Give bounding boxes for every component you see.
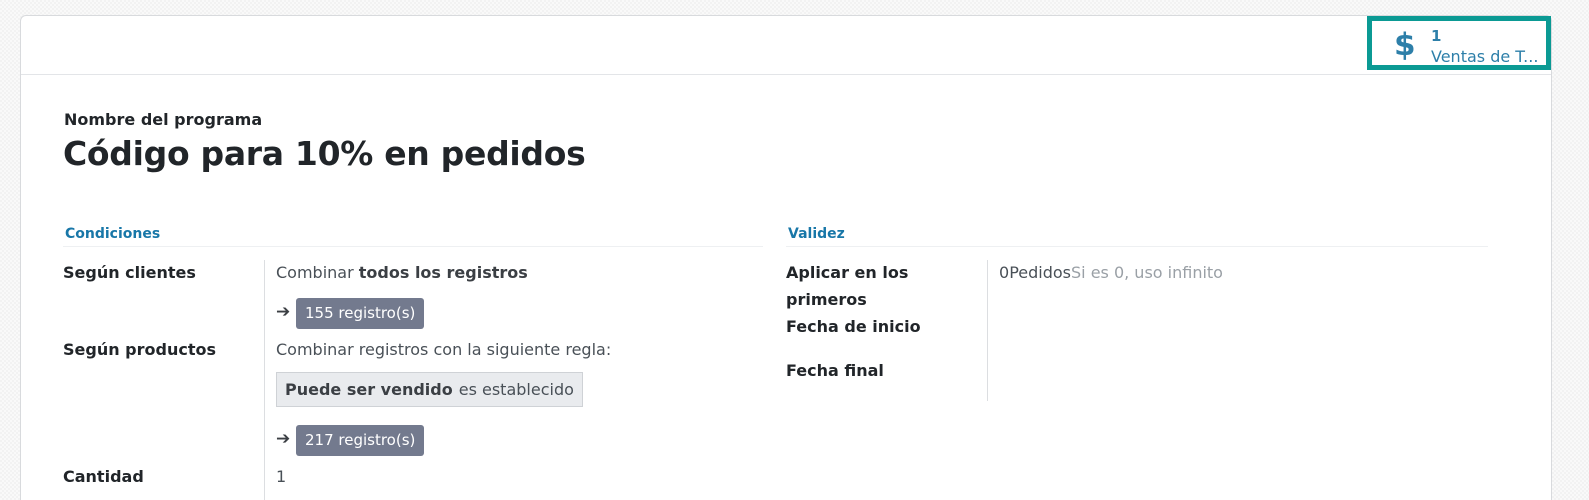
rule-field-name: Puede ser vendido	[285, 380, 453, 399]
label-customers: Según clientes	[63, 263, 196, 282]
label-apply-first-line1: Aplicar en los	[786, 263, 909, 282]
arrow-right-icon: ➔	[276, 429, 291, 449]
quantity-field[interactable]: 1	[276, 466, 286, 488]
customers-domain-bold: todos los registros	[358, 263, 528, 282]
products-domain-rule[interactable]: Puede ser vendido es establecido	[276, 372, 583, 407]
smart-button-value: 1	[1431, 27, 1442, 45]
section-divider	[786, 246, 1488, 247]
label-apply-first-line2: primeros	[786, 290, 867, 309]
button-box: $ 1 Ventas de T...	[21, 16, 1551, 75]
customers-records-button[interactable]: 155 registro(s)	[296, 298, 425, 329]
customers-domain-prefix: Combinar	[276, 263, 359, 282]
label-start-date: Fecha de inicio	[786, 317, 921, 336]
label-quantity: Cantidad	[63, 467, 144, 486]
label-apply-first: Aplicar en los primeros	[786, 259, 908, 313]
products-records-button[interactable]: 217 registro(s)	[296, 425, 425, 456]
program-name-label: Nombre del programa	[64, 110, 263, 129]
arrow-right-icon: ➔	[276, 302, 291, 322]
max-usage-field[interactable]: 0	[999, 263, 1009, 282]
section-title-validity: Validez	[788, 226, 845, 242]
max-usage-hint: Si es 0, uso infinito	[1071, 263, 1223, 282]
smart-button-label: Ventas de T...	[1431, 47, 1539, 66]
dollar-icon: $	[1394, 27, 1416, 63]
vertical-divider	[264, 260, 265, 500]
section-divider	[63, 246, 763, 247]
vertical-divider	[987, 260, 988, 401]
customers-domain-text: Combinar todos los registros	[276, 262, 528, 284]
max-usage-unit: Pedidos	[1009, 263, 1071, 282]
form-sheet: $ 1 Ventas de T... Nombre del programa C…	[20, 15, 1552, 500]
section-title-conditions: Condiciones	[65, 226, 161, 242]
rule-operator: es establecido	[458, 380, 574, 399]
label-products: Según productos	[63, 340, 217, 359]
sales-smart-button[interactable]: $ 1 Ventas de T...	[1367, 16, 1551, 70]
products-domain-text: Combinar registros con la siguiente regl…	[276, 340, 612, 359]
label-end-date: Fecha final	[786, 361, 884, 380]
program-name-field[interactable]: Código para 10% en pedidos	[63, 134, 586, 173]
apply-first-value: 0PedidosSi es 0, uso infinito	[999, 262, 1223, 284]
